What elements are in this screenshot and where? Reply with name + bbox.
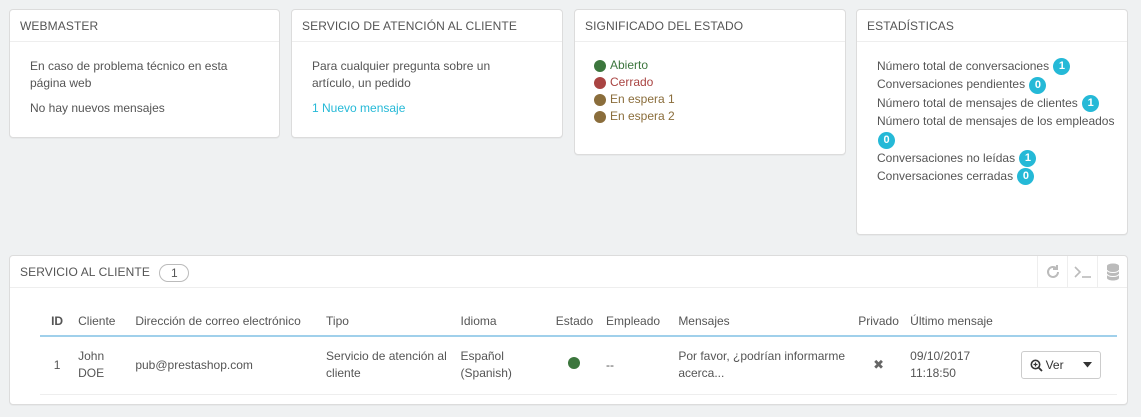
actions-header [1016, 306, 1117, 337]
customer-service-panel: Servicio de atención al cliente Para cua… [291, 9, 563, 138]
column-header[interactable]: Dirección de correo electrónico [131, 306, 323, 337]
status-dot-icon [594, 93, 606, 106]
refresh-icon[interactable] [1037, 256, 1067, 288]
column-header[interactable]: ID [40, 306, 75, 337]
status-open-icon [568, 356, 581, 369]
webmaster-messages: No hay nuevos mensajes [30, 101, 165, 115]
stat-count-badge: 1 [1019, 149, 1037, 167]
column-header[interactable]: Último mensaje [906, 306, 1017, 337]
table-header-row: ID Cliente Dirección de correo electrónico… [40, 306, 1117, 337]
cell-id-text: 1 [53, 357, 61, 372]
status-legend-label: Cerrado [610, 75, 654, 89]
status-dot-icon [594, 76, 606, 89]
terminal-icon[interactable] [1067, 256, 1097, 288]
cell-client: John DOE [74, 336, 132, 395]
stat-label: Conversaciones pendientes [877, 77, 1026, 92]
column-header[interactable]: Cliente [74, 306, 132, 337]
statistics-title: Estadísticas [857, 10, 1127, 42]
status-legend-label: Abierto [610, 58, 649, 72]
column-header[interactable]: Empleado [602, 306, 675, 337]
cell-email-text: pub@prestashop.com [135, 357, 253, 372]
status-legend-item: En espera 1 [594, 91, 845, 108]
webmaster-description: En caso de problema técnico en esta pági… [30, 59, 228, 90]
stat-label: Número total de conversaciones [877, 59, 1050, 73]
column-header[interactable]: Tipo [322, 306, 457, 337]
statistics-panel: Estadísticas Número total de conversacio… [856, 9, 1128, 235]
zoom-in-icon [1030, 359, 1043, 372]
cell-type-text: Servicio de atención al cliente [326, 349, 447, 381]
column-header[interactable]: Mensajes [674, 306, 851, 337]
status-legend-item: Cerrado [594, 74, 845, 91]
customer-threads-panel: Servicio al cliente 1 ID Cliente Dirección… [9, 255, 1128, 405]
cell-private: ✖ [850, 336, 907, 395]
view-button-label: Ver [1045, 357, 1064, 372]
stat-item: Número total de mensajes de clientes 1 [877, 94, 1117, 112]
cell-last-message-text: 09/10/2017 11:18:50 [910, 349, 971, 381]
stat-item: Número total de conversaciones 1 [877, 57, 1117, 76]
status-legend-label: En espera 1 [610, 92, 675, 106]
status-meaning-panel: Significado del estado Abierto Cerrado En … [574, 9, 846, 155]
status-legend-label: En espera 2 [610, 109, 675, 123]
database-icon[interactable] [1097, 256, 1127, 288]
chevron-down-icon[interactable] [1082, 362, 1092, 368]
cell-employee: -- [602, 336, 675, 395]
status-dot-icon [594, 110, 606, 123]
new-message-link[interactable]: 1 Nuevo mensaje [312, 101, 405, 115]
column-header[interactable]: Idioma [456, 306, 547, 337]
private-no-icon: ✖ [873, 357, 884, 373]
column-header[interactable]: Estado [546, 306, 603, 337]
table-row[interactable]: 1 John DOE pub@prestashop.com Servicio de a… [40, 336, 1117, 395]
cell-language: Español (Spanish) [456, 336, 547, 395]
customer-threads-table: ID Cliente Dirección de correo electrónico… [40, 306, 1117, 395]
view-button[interactable]: Ver [1020, 351, 1101, 380]
stat-item: Conversaciones cerradas 0 [877, 167, 1117, 186]
status-dot-icon [594, 59, 606, 72]
stat-label: Conversaciones no leídas [877, 150, 1016, 165]
stat-item: Conversaciones no leídas 1 [877, 149, 1117, 167]
cell-actions: Ver [1016, 336, 1117, 395]
webmaster-panel: Webmaster En caso de problema técnico en… [9, 9, 280, 138]
threads-count-badge: 1 [159, 263, 190, 282]
cell-message-text: Por favor, ¿podrían informarme acerca... [678, 349, 846, 381]
customer-service-description: Para cualquier pregunta sobre un artícul… [312, 59, 491, 90]
cell-status [546, 336, 603, 395]
stat-label: Conversaciones cerradas [877, 168, 1014, 183]
cell-employee-text: -- [606, 357, 615, 372]
cell-client-text: John DOE [78, 349, 105, 381]
stat-count-badge: 1 [1082, 94, 1100, 112]
webmaster-title: Webmaster [10, 10, 279, 42]
cell-message: Por favor, ¿podrían informarme acerca... [674, 336, 851, 395]
cell-email: pub@prestashop.com [131, 336, 323, 395]
cell-language-text: Español (Spanish) [460, 349, 512, 381]
customer-service-title: Servicio de atención al cliente [292, 10, 562, 42]
cell-type: Servicio de atención al cliente [322, 336, 457, 395]
stat-item: Número total de mensajes de los empleado… [877, 112, 1117, 149]
stat-count-badge: 0 [878, 131, 895, 149]
stat-label: Número total de mensajes de clientes [877, 95, 1078, 110]
stat-item: Conversaciones pendientes 0 [877, 75, 1117, 94]
column-header[interactable]: Privado [850, 306, 907, 337]
stat-count-badge: 1 [1053, 58, 1071, 76]
stat-count-badge: 0 [1029, 76, 1047, 94]
cell-id: 1 [40, 336, 75, 395]
customer-threads-title: Servicio al cliente [20, 265, 150, 279]
status-meaning-title: Significado del estado [575, 10, 845, 42]
status-legend-item: Abierto [594, 57, 845, 74]
stat-label: Número total de mensajes de los empleado… [877, 113, 1115, 128]
stat-count-badge: 0 [1017, 168, 1035, 186]
status-legend-item: En espera 2 [594, 108, 845, 125]
cell-last-message: 09/10/2017 11:18:50 [906, 336, 1017, 395]
